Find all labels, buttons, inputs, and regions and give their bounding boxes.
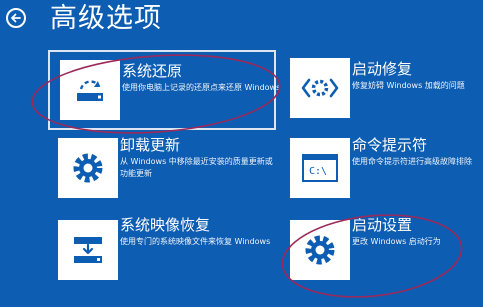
system-restore-option[interactable]: 系统还原 使用你电脑上记录的还原点来还原 Windows <box>48 50 280 130</box>
system-restore-description: 使用你电脑上记录的还原点来还原 Windows <box>122 83 281 92</box>
command-prompt-tile: C:\ <box>290 138 350 198</box>
uninstall-updates-description: 从 Windows 中移除最近安装的质量更新或功能更新 <box>120 157 273 178</box>
gear-icon <box>305 235 335 265</box>
startup-repair-option[interactable]: 启动修复 修复妨碍 Windows 加载的问题 <box>280 50 483 130</box>
command-prompt-description: 使用命令提示符进行高级故障排除 <box>352 157 472 166</box>
uninstall-updates-tile <box>58 138 118 198</box>
system-image-recovery-tile <box>58 220 118 280</box>
system-restore-title: 系统还原 <box>122 62 183 80</box>
startup-repair-title: 启动修复 <box>352 60 413 78</box>
gear-icon <box>73 153 103 183</box>
uninstall-updates-title: 卸载更新 <box>120 136 181 154</box>
image-recovery-icon <box>74 237 102 263</box>
startup-settings-description: 更改 Windows 启动行为 <box>352 237 441 246</box>
startup-settings-tile <box>290 220 350 280</box>
command-prompt-option[interactable]: C:\ 命令提示符 使用命令提示符进行高级故障排除 <box>280 130 483 210</box>
startup-repair-tile <box>290 58 350 118</box>
system-image-recovery-option[interactable]: 系统映像恢复 使用专门的系统映像文件来恢复 Windows <box>48 212 276 292</box>
startup-repair-description: 修复妨碍 Windows 加载的问题 <box>352 81 465 90</box>
command-prompt-title: 命令提示符 <box>352 136 428 154</box>
restore-icon <box>77 80 103 101</box>
system-restore-tile <box>60 60 120 120</box>
command-prompt-text: C:\ <box>309 166 327 177</box>
page-title: 高级选项 <box>50 3 162 34</box>
command-prompt-icon: C:\ <box>302 154 338 182</box>
startup-settings-option[interactable]: 启动设置 更改 Windows 启动行为 <box>280 212 483 292</box>
system-image-recovery-title: 系统映像恢复 <box>120 216 211 234</box>
startup-settings-title: 启动设置 <box>352 216 413 234</box>
back-button[interactable] <box>6 8 26 28</box>
system-image-recovery-description: 使用专门的系统映像文件来恢复 Windows <box>120 237 271 246</box>
repair-icon <box>301 78 339 98</box>
uninstall-updates-option[interactable]: 卸载更新 从 Windows 中移除最近安装的质量更新或功能更新 <box>48 130 276 210</box>
arrow-left-icon <box>11 13 21 23</box>
